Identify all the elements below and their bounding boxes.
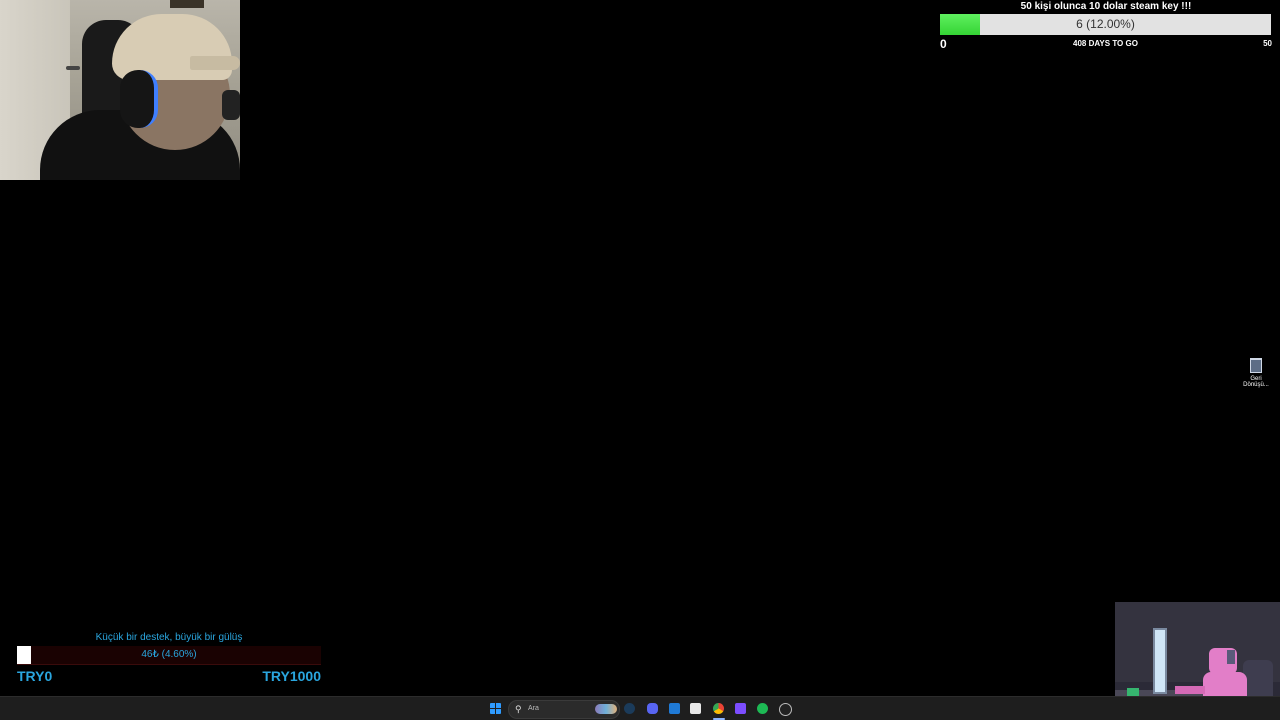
- stream-goal-days-left: 408 DAYS TO GO: [1073, 39, 1138, 48]
- donation-goal-widget: Küçük bir destek, büyük bir gülüş 46₺ (4…: [17, 630, 321, 685]
- donation-goal-title: Küçük bir destek, büyük bir gülüş: [95, 632, 243, 643]
- donation-goal-scale: TRY0 TRY1000: [17, 665, 321, 685]
- visual-studio-icon[interactable]: [735, 703, 746, 714]
- windows-start-icon[interactable]: [490, 703, 501, 714]
- chrome-icon[interactable]: [713, 703, 724, 714]
- recycle-bin-label: Geri Dönüşü...: [1243, 376, 1269, 388]
- discord-icon[interactable]: [647, 703, 658, 714]
- taskbar-search-box[interactable]: ⚲ Ara: [508, 700, 620, 719]
- files-icon[interactable]: [669, 703, 680, 714]
- obs-icon[interactable]: [779, 703, 792, 716]
- webcam-door-handle: [66, 66, 80, 70]
- recycle-bin-shortcut[interactable]: Geri Dönüşü...: [1238, 358, 1274, 388]
- webcam-picture-frame: [170, 0, 204, 8]
- webcam-streamer-cap-brim: [190, 56, 240, 70]
- taskbar: ⚲ Ara: [0, 696, 1280, 720]
- desktop-screen: 50 kişi olunca 10 dolar steam key !!! 6 …: [0, 0, 1280, 720]
- stream-goal-scale: 0 408 DAYS TO GO 50: [940, 35, 1272, 51]
- search-icon: ⚲: [515, 704, 522, 714]
- steam-icon[interactable]: [624, 703, 635, 714]
- donation-goal-min: TRY0: [17, 668, 53, 684]
- pixel-character-arm: [1175, 686, 1205, 694]
- stream-goal-progress-bar: 6 (12.00%): [940, 14, 1271, 35]
- webcam-feed: [0, 0, 240, 180]
- stream-goal-title: 50 kişi olunca 10 dolar steam key !!!: [1020, 1, 1192, 12]
- pixel-monitor: [1153, 628, 1167, 694]
- donation-goal-progress-text: 46₺ (4.60%): [141, 649, 197, 660]
- stream-goal-progress-text: 6 (12.00%): [1076, 17, 1135, 31]
- snipping-tool-icon[interactable]: [690, 703, 701, 714]
- search-highlight-icon: [595, 704, 617, 714]
- taskbar-search-placeholder: Ara: [528, 705, 539, 712]
- donation-goal-max: TRY1000: [262, 668, 321, 684]
- webcam-streamer-cap: [112, 14, 232, 80]
- donation-goal-progress-bar: 46₺ (4.60%): [17, 646, 321, 665]
- recycle-bin-icon: [1250, 358, 1262, 373]
- stream-goal-max: 50: [1263, 39, 1272, 48]
- webcam-microphone: [222, 90, 240, 120]
- spotify-icon[interactable]: [757, 703, 768, 714]
- stream-goal-widget: 50 kişi olunca 10 dolar steam key !!! 6 …: [940, 0, 1272, 51]
- pixel-character-headset: [1227, 650, 1235, 664]
- webcam-headphone: [120, 70, 158, 128]
